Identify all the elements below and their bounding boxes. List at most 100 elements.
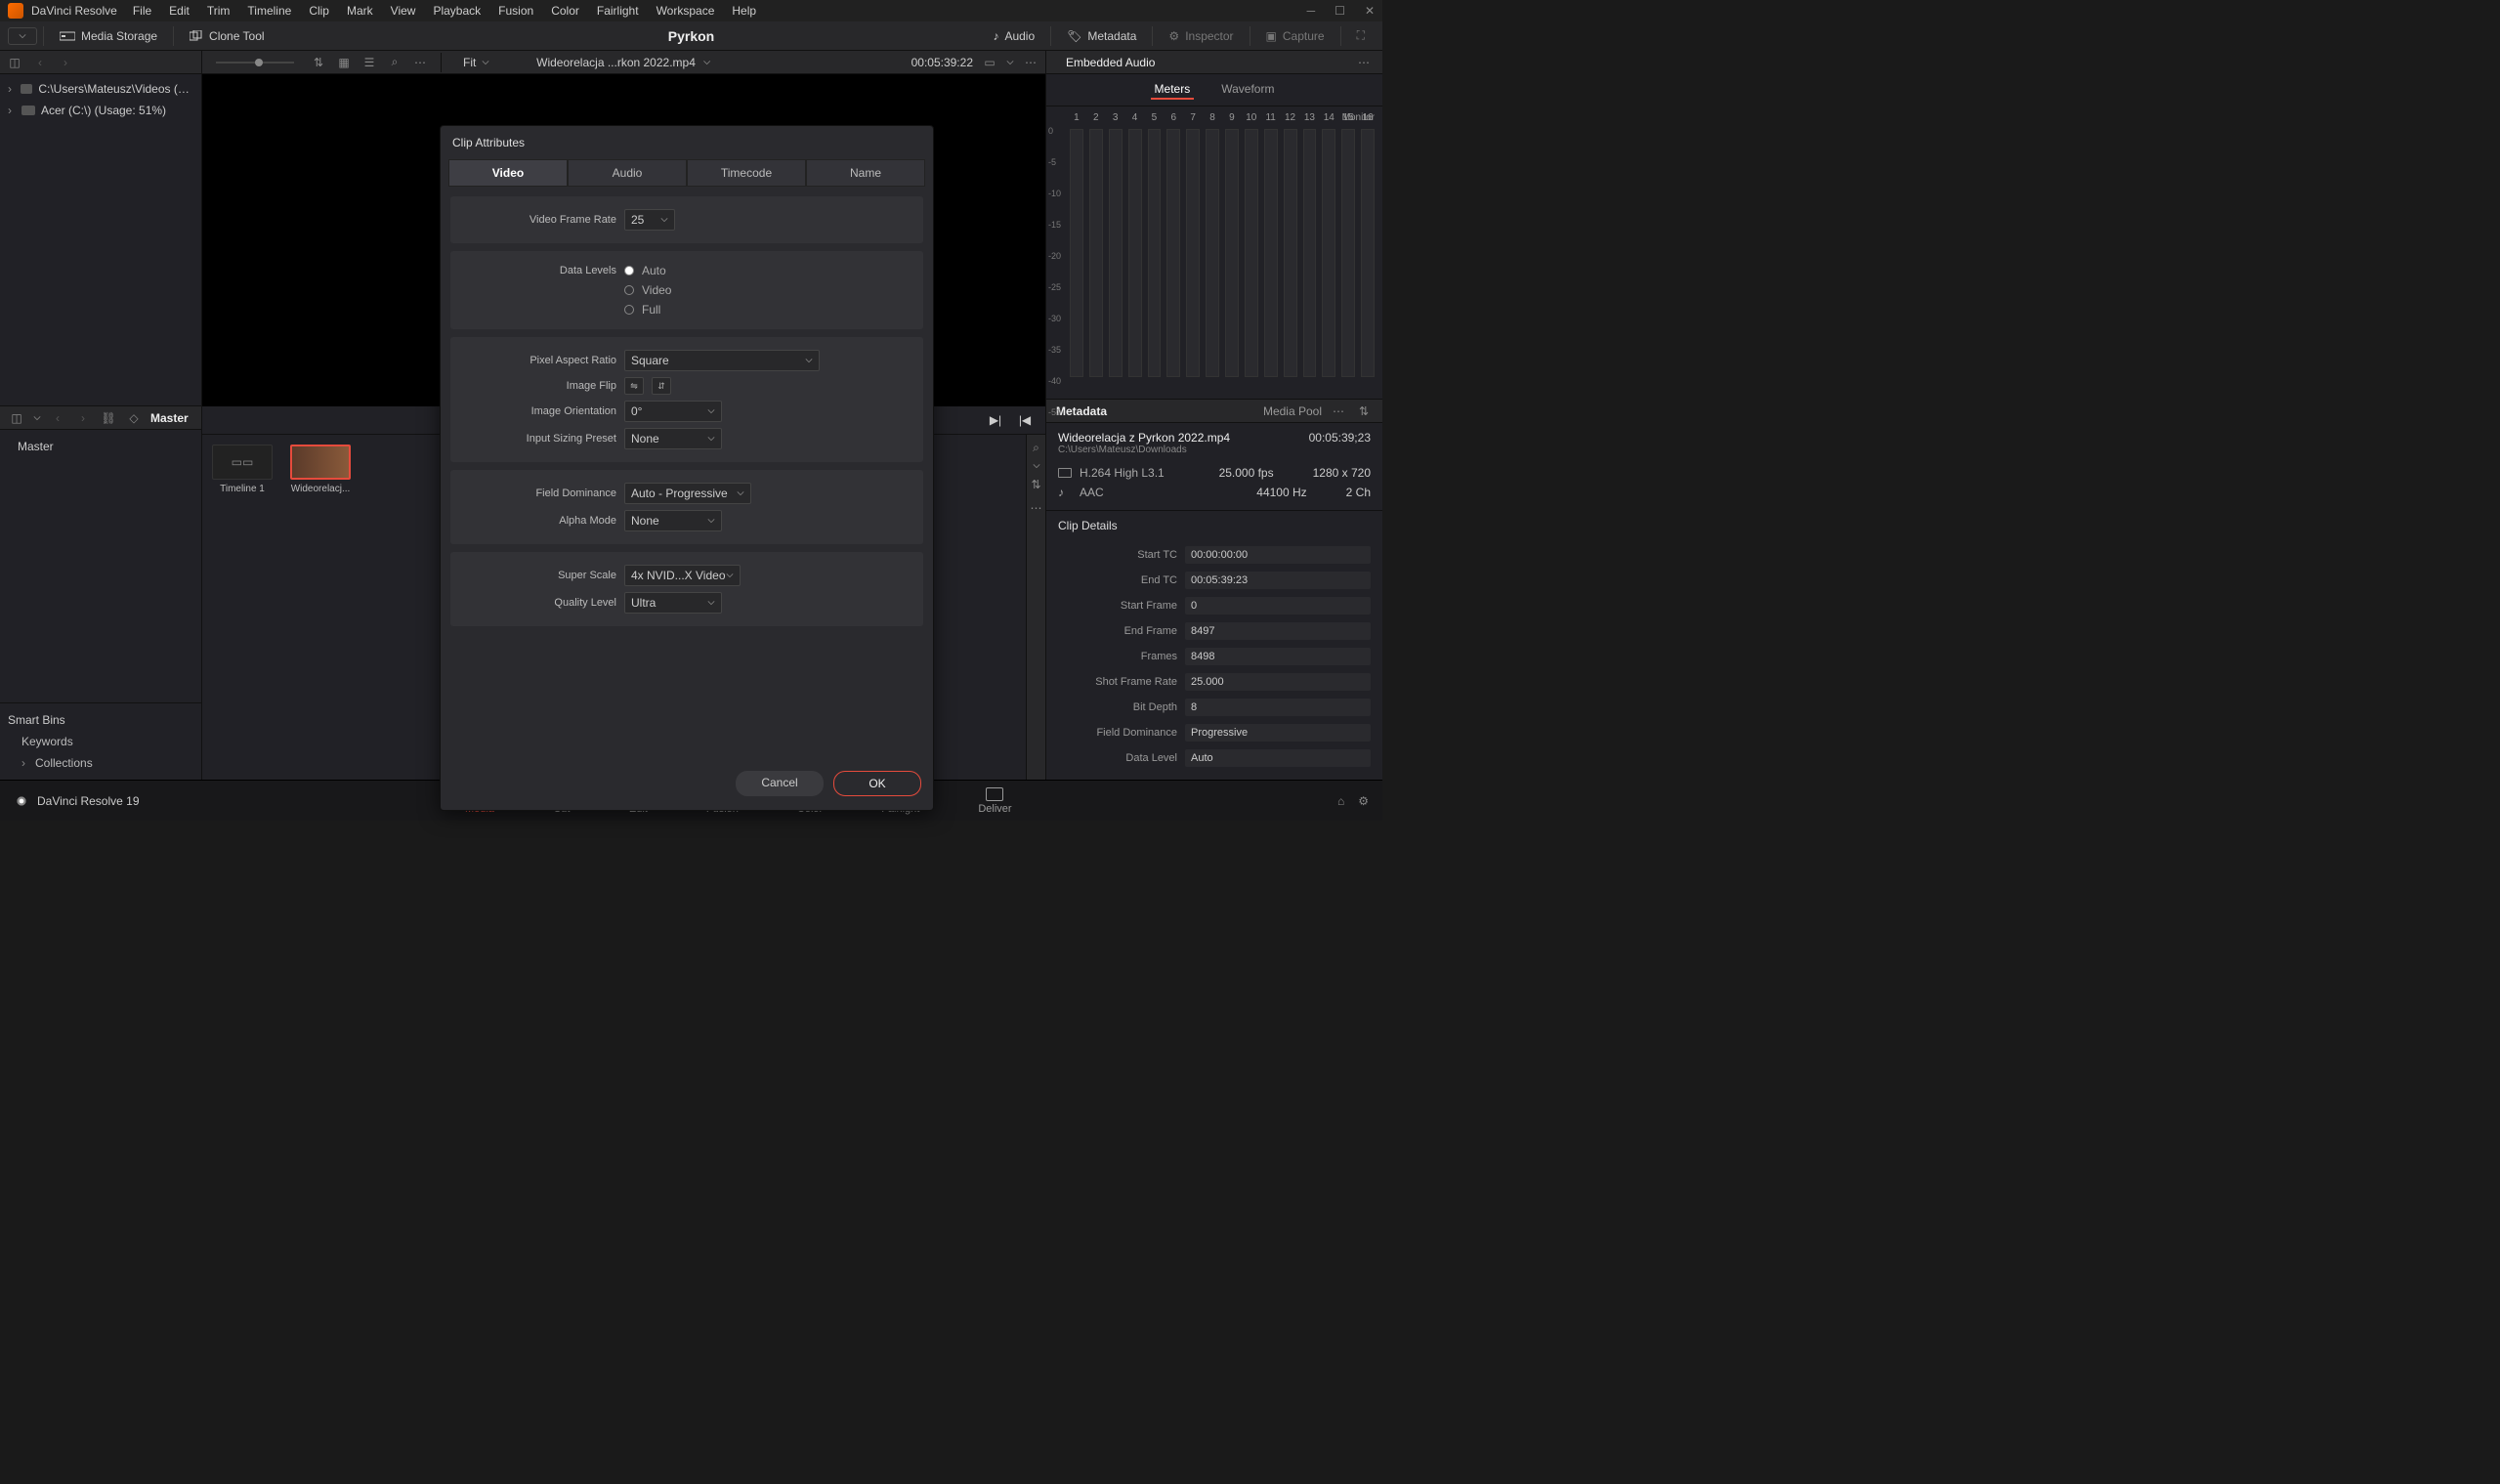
more-icon[interactable]: ⋯ <box>411 54 429 71</box>
tree-row[interactable]: › C:\Users\Mateusz\Videos (Usag... <box>0 78 201 100</box>
chevron-down-icon[interactable] <box>33 414 41 422</box>
chevron-down-icon[interactable] <box>1033 462 1040 470</box>
filter-icon[interactable]: ◇ <box>125 409 143 427</box>
menu-file[interactable]: File <box>133 4 151 18</box>
detail-start-tc[interactable]: 00:00:00:00 <box>1185 546 1371 564</box>
menu-clip[interactable]: Clip <box>309 4 329 18</box>
smart-bin-keywords[interactable]: Keywords <box>8 731 193 752</box>
radio-video[interactable] <box>624 285 634 295</box>
sizing-select[interactable]: None <box>624 428 722 449</box>
menu-trim[interactable]: Trim <box>207 4 231 18</box>
inspector-button[interactable]: ⚙ Inspector <box>1159 25 1243 47</box>
flip-h-button[interactable]: ⇋ <box>624 377 644 395</box>
metadata-title: Metadata <box>1056 404 1107 418</box>
menu-fusion[interactable]: Fusion <box>498 4 533 18</box>
radio-full[interactable] <box>624 305 634 315</box>
detail-end-frame[interactable]: 8497 <box>1185 622 1371 640</box>
frame-rate-select[interactable]: 25 <box>624 209 675 231</box>
tab-waveform[interactable]: Waveform <box>1217 80 1278 100</box>
prev-clip-icon[interactable]: ▶| <box>987 411 1004 429</box>
thumb-size-slider[interactable] <box>216 62 294 64</box>
sort-icon[interactable]: ⇅ <box>1028 476 1045 493</box>
sort-icon[interactable]: ⇅ <box>310 54 327 71</box>
home-icon[interactable]: ⌂ <box>1337 794 1344 808</box>
more-icon[interactable]: ⋯ <box>1028 499 1045 517</box>
flip-v-button[interactable]: ⇵ <box>652 377 671 395</box>
viewer-timecode[interactable]: 00:05:39:22 <box>911 56 973 69</box>
menu-workspace[interactable]: Workspace <box>657 4 715 18</box>
cancel-button[interactable]: Cancel <box>736 771 824 796</box>
nav-back-icon[interactable]: ‹ <box>49 409 66 427</box>
next-clip-icon[interactable]: |◀ <box>1016 411 1034 429</box>
settings-icon[interactable]: ⚙ <box>1358 794 1369 808</box>
left-panel: › C:\Users\Mateusz\Videos (Usag... › Ace… <box>0 74 202 780</box>
layout-dropdown[interactable] <box>8 27 37 45</box>
link-icon[interactable]: ⛓ <box>100 409 117 427</box>
tree-row[interactable]: › Acer (C:\) (Usage: 51%) <box>0 100 201 121</box>
detail-frames[interactable]: 8498 <box>1185 648 1371 665</box>
nav-fwd-icon[interactable]: › <box>57 54 74 71</box>
dialog-tab-timecode[interactable]: Timecode <box>687 159 806 187</box>
close-icon[interactable]: ✕ <box>1365 4 1375 18</box>
search-icon[interactable]: ⌕ <box>386 54 403 71</box>
bin-list: Master <box>0 430 201 702</box>
media-storage-button[interactable]: Media Storage <box>50 25 167 47</box>
chevron-down-icon[interactable] <box>703 59 711 66</box>
minimize-icon[interactable]: ─ <box>1307 4 1316 18</box>
dialog-tab-audio[interactable]: Audio <box>568 159 687 187</box>
menu-mark[interactable]: Mark <box>347 4 373 18</box>
maximize-icon[interactable]: ☐ <box>1335 4 1345 18</box>
tab-meters[interactable]: Meters <box>1151 80 1195 100</box>
media-pool-label[interactable]: Media Pool <box>1263 404 1322 418</box>
panel-toggle-icon[interactable]: ◫ <box>6 54 23 71</box>
bin-panel-icon[interactable]: ◫ <box>8 409 25 427</box>
nav-fwd-icon[interactable]: › <box>74 409 92 427</box>
menu-timeline[interactable]: Timeline <box>247 4 291 18</box>
viewer-more-icon[interactable]: ⋯ <box>1022 54 1039 71</box>
menu-color[interactable]: Color <box>551 4 579 18</box>
audio-more-icon[interactable]: ⋯ <box>1355 54 1373 71</box>
par-select[interactable]: Square <box>624 350 820 371</box>
clone-tool-button[interactable]: Clone Tool <box>180 25 274 47</box>
detail-start-frame[interactable]: 0 <box>1185 597 1371 615</box>
radio-auto[interactable] <box>624 266 634 276</box>
menu-help[interactable]: Help <box>732 4 756 18</box>
dialog-tab-name[interactable]: Name <box>806 159 925 187</box>
bin-item-master[interactable]: Master <box>0 434 201 459</box>
clip-item-timeline[interactable]: ▭▭ Timeline 1 <box>212 445 273 494</box>
menu-playback[interactable]: Playback <box>433 4 481 18</box>
detail-field-dom[interactable]: Progressive <box>1185 724 1371 742</box>
superscale-select[interactable]: 4x NVID...X Video <box>624 565 741 586</box>
fullscreen-button[interactable]: ⛶ <box>1347 24 1375 47</box>
alpha-select[interactable]: None <box>624 510 722 531</box>
field-select[interactable]: Auto - Progressive <box>624 483 751 504</box>
nav-back-icon[interactable]: ‹ <box>31 54 49 71</box>
menu-fairlight[interactable]: Fairlight <box>597 4 639 18</box>
meter-channels: 12345678910111213141516 <box>1054 112 1375 123</box>
detail-end-tc[interactable]: 00:05:39:23 <box>1185 572 1371 589</box>
metadata-panel-button[interactable]: 🏷 Metadata <box>1057 25 1146 47</box>
detail-data-level[interactable]: Auto <box>1185 749 1371 767</box>
page-deliver[interactable]: Deliver <box>978 787 1011 815</box>
capture-button[interactable]: ▣ Capture <box>1256 25 1335 47</box>
chevron-right-icon: › <box>8 104 16 117</box>
sort-icon[interactable]: ⇅ <box>1355 403 1373 420</box>
audio-panel-button[interactable]: ♪ Audio <box>983 25 1044 47</box>
more-icon[interactable]: ⋯ <box>1330 403 1347 420</box>
orientation-select[interactable]: 0° <box>624 401 722 422</box>
smart-bin-collections[interactable]: ›Collections <box>8 752 193 774</box>
chevron-down-icon[interactable] <box>1006 59 1014 66</box>
ok-button[interactable]: OK <box>833 771 921 796</box>
menu-edit[interactable]: Edit <box>169 4 190 18</box>
tc-mode-icon[interactable]: ▭ <box>981 54 998 71</box>
list-view-icon[interactable]: ☰ <box>360 54 378 71</box>
detail-bit-depth[interactable]: 8 <box>1185 699 1371 716</box>
dialog-tab-video[interactable]: Video <box>448 159 568 187</box>
detail-shot-fps[interactable]: 25.000 <box>1185 673 1371 691</box>
menu-view[interactable]: View <box>391 4 416 18</box>
clip-item-video[interactable]: Wideorelacj... <box>290 445 351 494</box>
zoom-fit-dropdown[interactable]: Fit <box>463 56 489 69</box>
grid-view-icon[interactable]: ▦ <box>335 54 353 71</box>
search-icon[interactable]: ⌕ <box>1028 439 1045 456</box>
quality-select[interactable]: Ultra <box>624 592 722 614</box>
